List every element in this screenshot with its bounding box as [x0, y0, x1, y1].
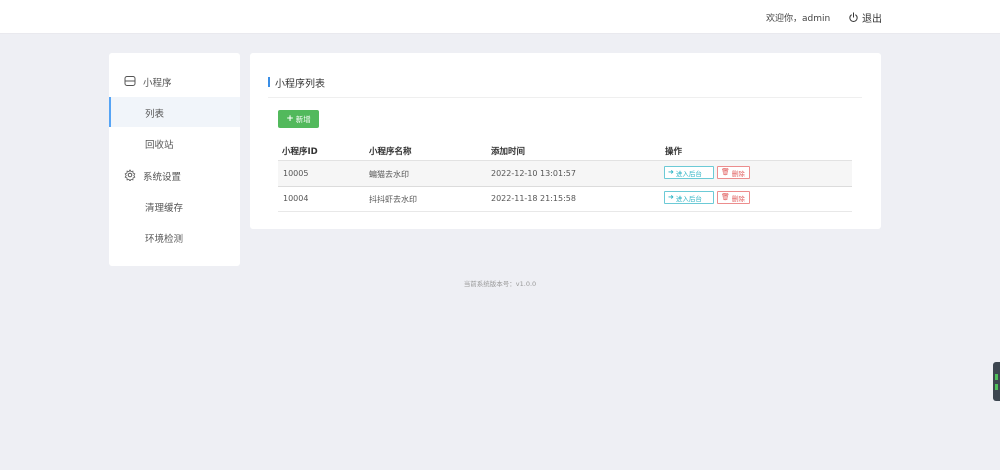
top-bar: 欢迎你，admin 退出 [0, 0, 1000, 34]
cell-name: 抖抖虾去水印 [369, 195, 417, 204]
main-card: 小程序列表 + 新增 小程序ID 小程序名称 添加时间 操作 10005 蝙猫去… [250, 53, 881, 229]
enter-admin-button[interactable]: ➜ 进入后台 [664, 166, 714, 179]
plus-icon: + [286, 113, 294, 124]
trash-icon: 🗑 [721, 168, 730, 176]
cell-time: 2022-12-10 13:01:57 [491, 169, 576, 178]
arrow-right-icon: ➜ [668, 168, 674, 176]
table-row: 10004 抖抖虾去水印 2022-11-18 21:15:58 ➜ 进入后台 … [278, 186, 852, 212]
logout-button[interactable]: 退出 [848, 9, 882, 25]
arrow-right-icon: ➜ [668, 193, 674, 201]
cell-name: 蝙猫去水印 [369, 170, 409, 179]
cell-time: 2022-11-18 21:15:58 [491, 194, 576, 203]
sidebar-item-list[interactable]: 列表 [109, 97, 240, 127]
delete-button[interactable]: 🗑 删除 [717, 191, 750, 204]
sidebar-item-label: 回收站 [145, 140, 174, 151]
sidebar-item-environment-check[interactable]: 环境检测 [109, 222, 240, 252]
power-icon [848, 11, 859, 23]
enter-admin-label: 进入后台 [675, 169, 702, 178]
add-button[interactable]: + 新增 [278, 110, 319, 128]
version-footer: 当前系统版本号：v1.0.0 [463, 280, 537, 288]
table-row: 10005 蝙猫去水印 2022-12-10 13:01:57 ➜ 进入后台 🗑… [278, 160, 852, 187]
sidebar: 小程序 列表 回收站 系统设置 清理缓存 环境检测 [109, 53, 240, 266]
cell-id: 10004 [283, 194, 309, 203]
column-header-time: 添加时间 [491, 147, 526, 157]
column-header-actions: 操作 [665, 147, 683, 157]
sidebar-group-label: 小程序 [143, 78, 172, 89]
page-title: 小程序列表 [268, 75, 325, 90]
enter-admin-label: 进入后台 [675, 194, 702, 203]
sidebar-item-label: 列表 [145, 109, 165, 120]
delete-button[interactable]: 🗑 删除 [717, 166, 750, 179]
gear-icon [124, 169, 136, 181]
sidebar-group-label: 系统设置 [143, 172, 182, 183]
sidebar-group-mini-program[interactable]: 小程序 [109, 66, 240, 96]
widget-indicator [995, 384, 998, 390]
column-header-name: 小程序名称 [369, 147, 412, 157]
sidebar-item-label: 环境检测 [145, 234, 184, 245]
sidebar-item-label: 清理缓存 [145, 203, 184, 214]
floating-side-widget[interactable] [993, 362, 1000, 401]
trash-icon: 🗑 [721, 193, 730, 201]
cell-id: 10005 [283, 169, 309, 178]
widget-indicator [995, 374, 998, 380]
sidebar-item-recycle-bin[interactable]: 回收站 [109, 128, 240, 158]
enter-admin-button[interactable]: ➜ 进入后台 [664, 191, 714, 204]
add-button-label: 新增 [295, 114, 311, 124]
delete-label: 删除 [731, 169, 745, 178]
mini-program-icon [124, 75, 136, 87]
sidebar-item-clear-cache[interactable]: 清理缓存 [109, 191, 240, 221]
column-header-id: 小程序ID [282, 147, 318, 157]
title-divider [268, 97, 862, 98]
logout-label: 退出 [862, 13, 882, 25]
delete-label: 删除 [731, 194, 745, 203]
welcome-text: 欢迎你，admin [766, 14, 831, 24]
sidebar-group-system-settings[interactable]: 系统设置 [109, 160, 240, 190]
